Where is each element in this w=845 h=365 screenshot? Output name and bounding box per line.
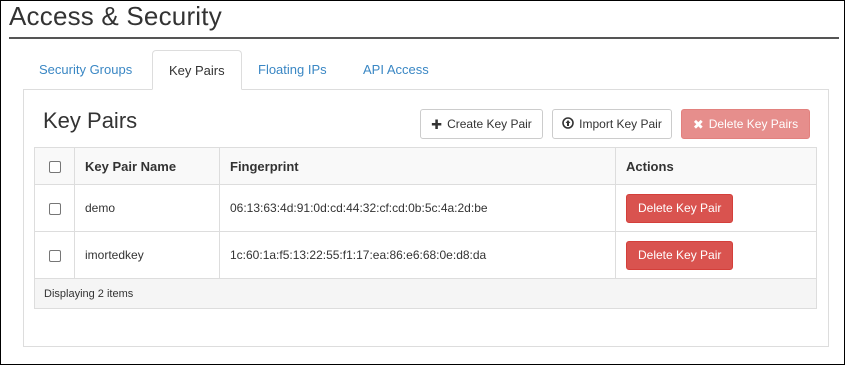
delete-key-pair-button[interactable]: Delete Key Pair bbox=[626, 193, 734, 223]
plus-icon: ✚ bbox=[431, 116, 443, 132]
table-row: imortedkey 1c:60:1a:f5:13:22:55:f1:17:ea… bbox=[34, 231, 817, 279]
row-checkbox[interactable] bbox=[48, 249, 61, 262]
item-count-text: Displaying 2 items bbox=[34, 278, 817, 309]
delete-key-pairs-button[interactable]: ✖ Delete Key Pairs bbox=[681, 109, 810, 139]
upload-circle-icon bbox=[562, 117, 574, 131]
tab-floating-ips[interactable]: Floating IPs bbox=[242, 50, 343, 90]
delete-key-pair-button[interactable]: Delete Key Pair bbox=[626, 240, 734, 270]
header-select-cell bbox=[34, 147, 75, 185]
tab-security-groups[interactable]: Security Groups bbox=[23, 50, 148, 90]
row-checkbox[interactable] bbox=[48, 202, 61, 215]
key-pairs-table: Key Pair Name Fingerprint Actions demo 0… bbox=[34, 147, 817, 309]
tab-bar: Security Groups Key Pairs Floating IPs A… bbox=[23, 50, 829, 90]
header-key-pair-name: Key Pair Name bbox=[74, 147, 220, 185]
actions-cell: Delete Key Pair bbox=[615, 184, 817, 232]
key-pair-name-cell: demo bbox=[74, 184, 220, 232]
actions-cell: Delete Key Pair bbox=[615, 231, 817, 279]
window-frame: Access & Security Security Groups Key Pa… bbox=[0, 0, 845, 365]
table-header-row: Key Pair Name Fingerprint Actions bbox=[34, 147, 817, 185]
create-key-pair-button[interactable]: ✚ Create Key Pair bbox=[420, 109, 543, 139]
table-footer-row: Displaying 2 items bbox=[34, 278, 817, 309]
delete-key-pairs-label: Delete Key Pairs bbox=[708, 117, 799, 131]
row-select-cell bbox=[34, 184, 75, 232]
tab-key-pairs[interactable]: Key Pairs bbox=[152, 50, 242, 90]
create-key-pair-label: Create Key Pair bbox=[447, 117, 532, 131]
header-actions: Actions bbox=[615, 147, 817, 185]
import-key-pair-label: Import Key Pair bbox=[579, 117, 662, 131]
fingerprint-cell: 06:13:63:4d:91:0d:cd:44:32:cf:cd:0b:5c:4… bbox=[219, 184, 616, 232]
header-fingerprint: Fingerprint bbox=[219, 147, 616, 185]
tab-api-access[interactable]: API Access bbox=[347, 50, 445, 90]
panel-title: Key Pairs bbox=[43, 108, 138, 133]
key-pairs-panel: Key Pairs ✚ Create Key Pair Import Key P… bbox=[23, 89, 829, 347]
key-pair-name-cell: imortedkey bbox=[74, 231, 220, 279]
page-title: Access & Security bbox=[9, 1, 222, 31]
fingerprint-cell: 1c:60:1a:f5:13:22:55:f1:17:ea:86:e6:68:0… bbox=[219, 231, 616, 279]
select-all-checkbox[interactable] bbox=[48, 161, 61, 174]
import-key-pair-button[interactable]: Import Key Pair bbox=[552, 109, 672, 139]
title-divider bbox=[9, 37, 839, 39]
close-icon: ✖ bbox=[692, 116, 704, 132]
table-row: demo 06:13:63:4d:91:0d:cd:44:32:cf:cd:0b… bbox=[34, 184, 817, 232]
row-select-cell bbox=[34, 231, 75, 279]
